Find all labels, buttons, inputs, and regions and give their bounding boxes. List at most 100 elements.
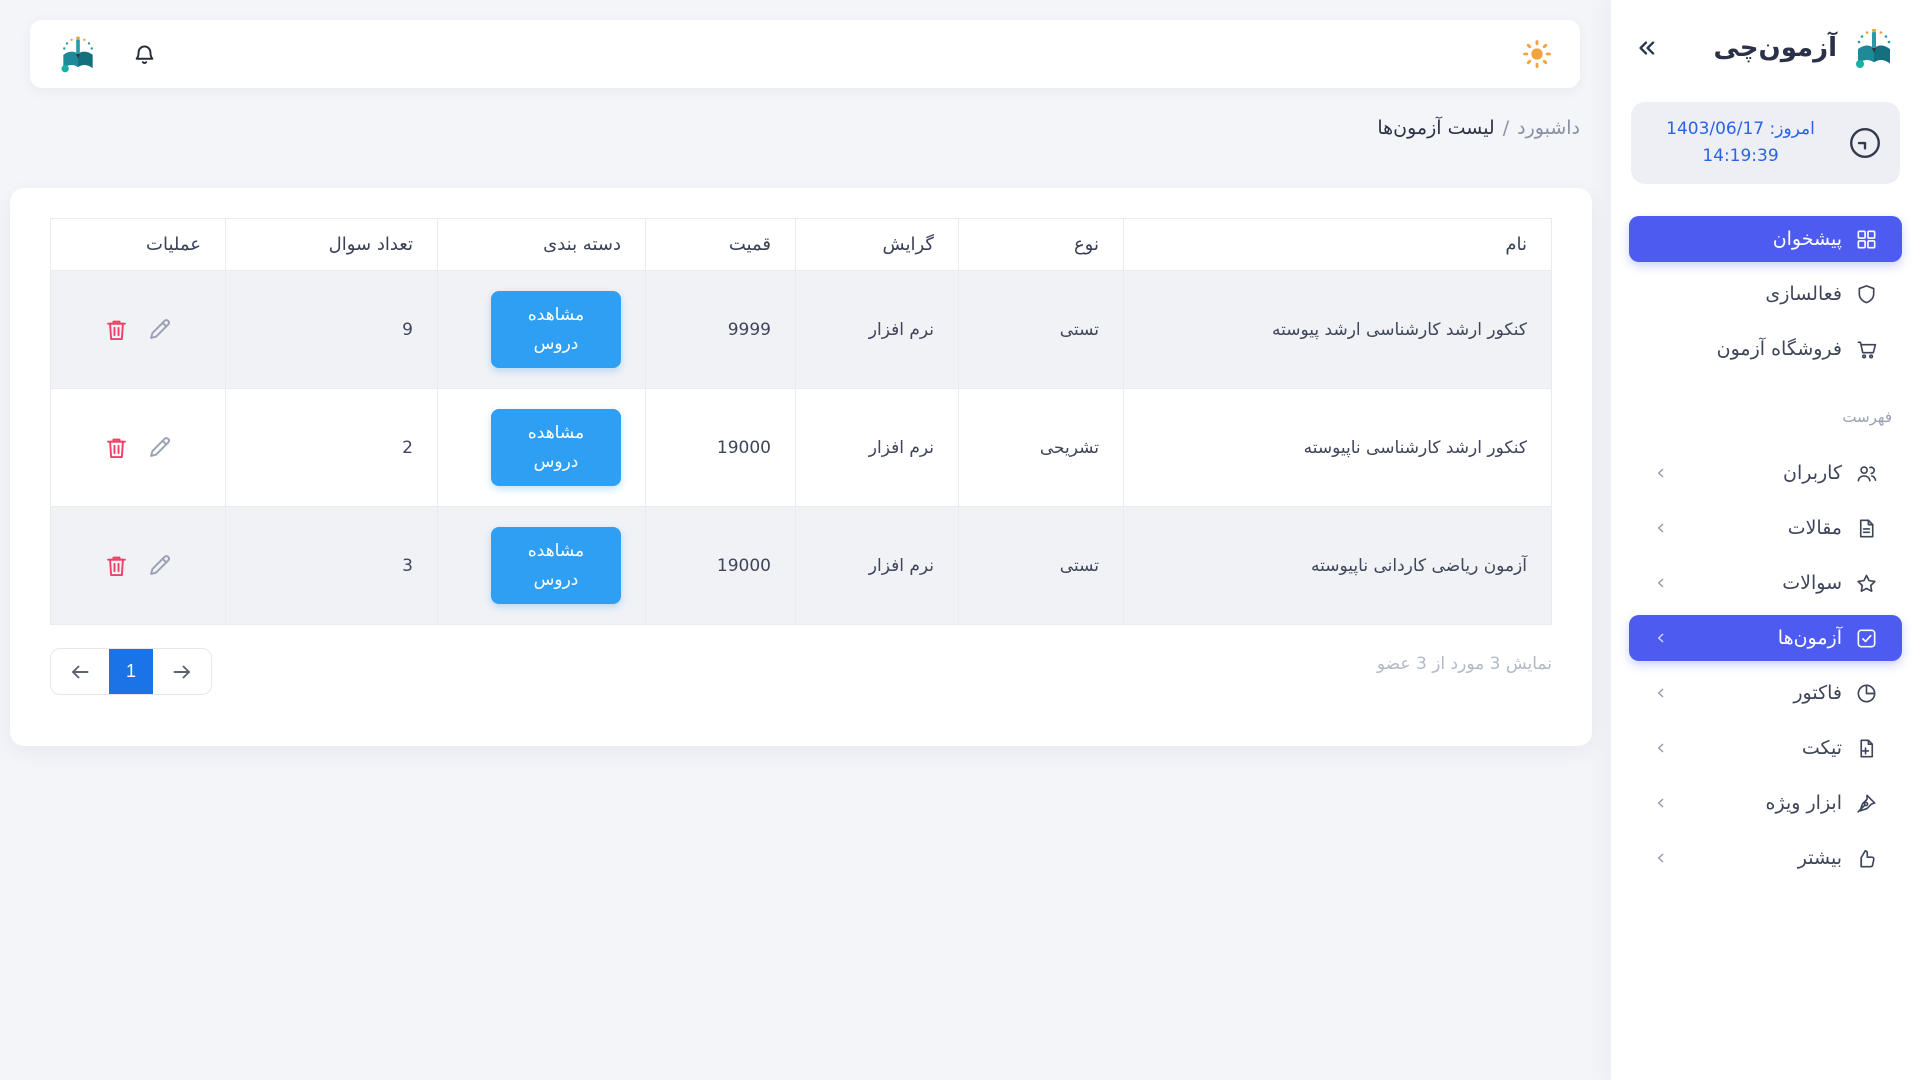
collapse-sidebar-button[interactable]	[1633, 35, 1659, 61]
breadcrumb-current: لیست آزمون‌ها	[1377, 117, 1494, 139]
double-chevron-left-icon	[1633, 35, 1659, 61]
column-header-type: نوع	[959, 219, 1124, 271]
trash-icon	[103, 434, 130, 461]
app-logo	[1850, 24, 1898, 72]
exam-major: نرم افزار	[796, 389, 959, 507]
shield-icon	[1855, 283, 1878, 306]
sidebar-item-activation[interactable]: فعالسازی	[1629, 271, 1902, 317]
column-header-category: دسته بندی	[438, 219, 646, 271]
app-title: آزمون‌چی	[1713, 33, 1837, 63]
sidebar-menu: پیشخوان فعالسازی فروشگاه آزمون فهرست کار…	[1629, 216, 1902, 881]
column-header-major: گرایش	[796, 219, 959, 271]
breadcrumb-separator: /	[1503, 117, 1509, 139]
edit-button[interactable]	[146, 434, 173, 461]
grid-icon	[1855, 228, 1878, 251]
delete-button[interactable]	[103, 316, 130, 343]
exam-category-cell: مشاهده دروس	[438, 389, 646, 507]
exam-type: تستی	[959, 507, 1124, 625]
exam-major: نرم افزار	[796, 507, 959, 625]
arrow-left-icon	[68, 660, 92, 684]
view-lessons-button[interactable]: مشاهده دروس	[491, 527, 621, 605]
exam-type: تستی	[959, 271, 1124, 389]
column-header-price: قمیت	[646, 219, 796, 271]
current-page-button[interactable]: 1	[109, 649, 153, 694]
sidebar-item-label: کاربران	[1783, 462, 1842, 484]
exam-type: تشریحی	[959, 389, 1124, 507]
sidebar-item-label: مقالات	[1788, 517, 1842, 539]
check-square-icon	[1855, 627, 1878, 650]
sidebar-item-dashboard[interactable]: پیشخوان	[1629, 216, 1902, 262]
main-content: داشبورد / لیست آزمون‌ها نام نوع گرایش قمیت…	[0, 0, 1610, 1080]
sun-icon	[1520, 37, 1554, 71]
exam-name: آزمون ریاضی کاردانی ناپیوسته	[1124, 507, 1552, 625]
theme-toggle-button[interactable]	[1520, 37, 1554, 71]
edit-button[interactable]	[146, 552, 173, 579]
view-lessons-button[interactable]: مشاهده دروس	[491, 291, 621, 369]
ticket-icon	[1855, 737, 1878, 760]
sidebar-item-questions[interactable]: سوالات	[1629, 560, 1902, 606]
table-row: کنکور ارشد کارشناسی ارشد پیوسته تستی نرم…	[51, 271, 1552, 389]
column-header-actions: عملیات	[51, 219, 226, 271]
exam-actions-cell	[51, 389, 226, 507]
action-icons	[75, 552, 201, 579]
notifications-button[interactable]	[130, 40, 159, 69]
users-icon	[1855, 462, 1878, 485]
sidebar-item-articles[interactable]: مقالات	[1629, 505, 1902, 551]
star-icon	[1855, 572, 1878, 595]
cart-icon	[1855, 338, 1878, 361]
sidebar-item-special-tools[interactable]: ابزار ویژه	[1629, 780, 1902, 826]
exam-price: 19000	[646, 507, 796, 625]
trash-icon	[103, 552, 130, 579]
sidebar-item-label: بیشتر	[1798, 847, 1842, 869]
topbar	[30, 20, 1580, 88]
exam-actions-cell	[51, 507, 226, 625]
exam-category-cell: مشاهده دروس	[438, 271, 646, 389]
previous-page-button[interactable]	[51, 649, 109, 694]
app-logo	[56, 32, 100, 76]
pencil-icon	[146, 316, 173, 343]
sidebar: آزمون‌چی امروز: 1403/06/17 14:19:39 پیشخ…	[1610, 0, 1920, 1080]
table-row: کنکور ارشد کارشناسی ناپیوسته تشریحی نرم …	[51, 389, 1552, 507]
app-root: { "app": { "title": "آزمون‌چی" }, "sideb…	[0, 0, 1920, 1080]
pencil-icon	[146, 434, 173, 461]
next-page-button[interactable]	[153, 649, 211, 694]
today-date-text: امروز: 1403/06/17 14:19:39	[1647, 116, 1834, 170]
chevron-left-icon	[1653, 740, 1669, 756]
sidebar-item-label: آزمون‌ها	[1778, 627, 1842, 649]
exam-question-count: 3	[226, 507, 438, 625]
arrow-right-icon	[170, 660, 194, 684]
sidebar-item-ticket[interactable]: تیکت	[1629, 725, 1902, 771]
today-date-card: امروز: 1403/06/17 14:19:39	[1631, 102, 1900, 184]
exam-price: 9999	[646, 271, 796, 389]
results-summary: نمایش 3 مورد از 3 عضو	[1377, 654, 1552, 674]
sidebar-item-invoice[interactable]: فاکتور	[1629, 670, 1902, 716]
today-time: 14:19:39	[1647, 143, 1834, 170]
sidebar-item-more[interactable]: بیشتر	[1629, 835, 1902, 881]
action-icons	[75, 434, 201, 461]
view-lessons-button[interactable]: مشاهده دروس	[491, 409, 621, 487]
sidebar-item-label: تیکت	[1802, 737, 1842, 759]
exam-name: کنکور ارشد کارشناسی ارشد پیوسته	[1124, 271, 1552, 389]
today-date: امروز: 1403/06/17	[1647, 116, 1834, 143]
pagination: 1	[50, 648, 212, 695]
chevron-left-icon	[1653, 795, 1669, 811]
sidebar-header: آزمون‌چی	[1629, 24, 1902, 72]
exams-table-wrapper: نام نوع گرایش قمیت دسته بندی تعداد سوال …	[50, 218, 1552, 625]
pen-tool-icon	[1855, 792, 1878, 815]
sidebar-item-exam-shop[interactable]: فروشگاه آزمون	[1629, 326, 1902, 372]
action-icons	[75, 316, 201, 343]
chevron-left-icon	[1653, 685, 1669, 701]
trash-icon	[103, 316, 130, 343]
sidebar-item-exams[interactable]: آزمون‌ها	[1629, 615, 1902, 661]
chevron-left-icon	[1653, 520, 1669, 536]
delete-button[interactable]	[103, 552, 130, 579]
chevron-left-icon	[1653, 850, 1669, 866]
sidebar-item-users[interactable]: کاربران	[1629, 450, 1902, 496]
edit-button[interactable]	[146, 316, 173, 343]
pencil-icon	[146, 552, 173, 579]
column-header-name: نام	[1124, 219, 1552, 271]
breadcrumb-dashboard-link[interactable]: داشبورد	[1517, 117, 1580, 139]
sidebar-item-label: فروشگاه آزمون	[1717, 338, 1842, 360]
exams-list-card: نام نوع گرایش قمیت دسته بندی تعداد سوال …	[10, 188, 1592, 746]
delete-button[interactable]	[103, 434, 130, 461]
